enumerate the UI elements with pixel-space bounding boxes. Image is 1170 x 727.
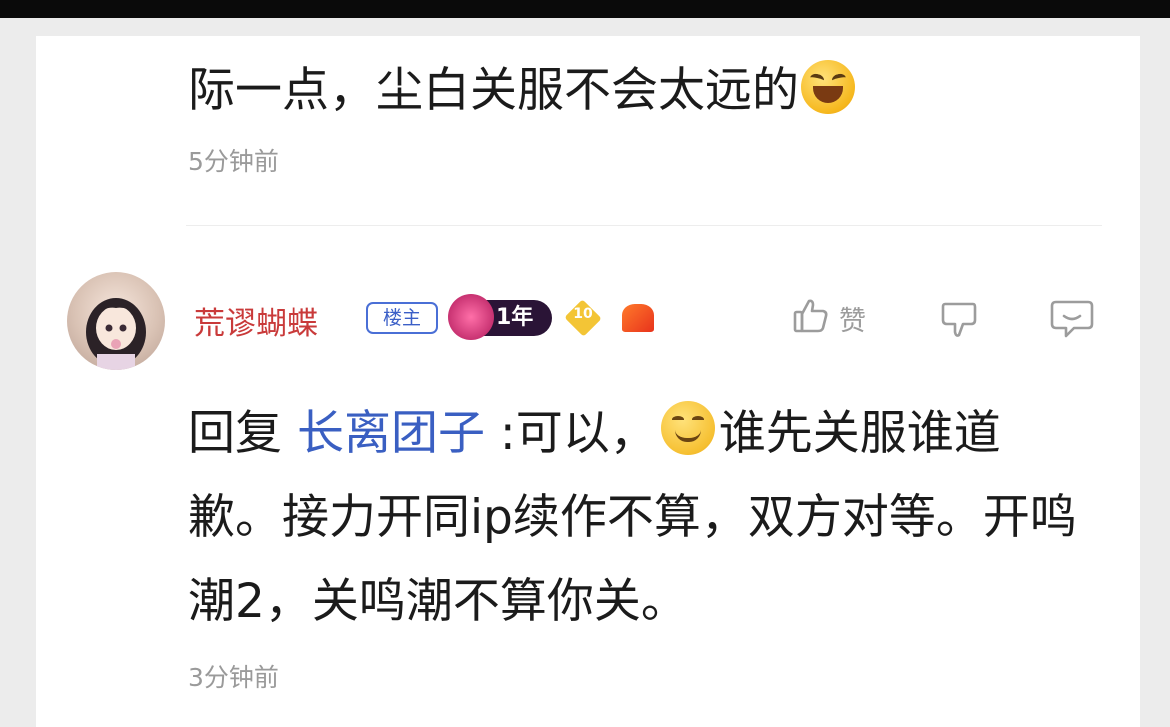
thumbs-up-icon: [791, 296, 831, 340]
comment-list: 际一点，尘白关服不会太远的 5分钟前 荒谬蝴蝶 楼主 1年 10 赞 回复 长离…: [36, 36, 1140, 727]
grinning-squint-emoji-icon: [801, 60, 855, 114]
status-bar: [0, 0, 1170, 18]
reply-button[interactable]: [1048, 296, 1096, 344]
gem-icon: [448, 294, 494, 340]
avatar[interactable]: [67, 272, 165, 370]
level-badge-label: 10: [573, 306, 593, 322]
comment-divider: [186, 225, 1102, 226]
like-button[interactable]: 赞: [791, 296, 866, 340]
membership-year-badge: 1年: [448, 294, 552, 340]
smiling-face-emoji-icon: [660, 401, 715, 455]
owner-badge: 楼主: [366, 302, 438, 334]
comment-body: 回复 长离团子 :可以， 谁先关服谁道歉。接力开同ip续作不算，双方对等。开鸣潮2…: [188, 392, 1088, 644]
comment-timestamp: 3分钟前: [188, 663, 279, 692]
like-label: 赞: [839, 305, 866, 337]
membership-year-label: 1年: [496, 305, 534, 330]
dislike-button[interactable]: [937, 296, 981, 344]
previous-comment-text: 际一点，尘白关服不会太远的: [188, 56, 855, 126]
mention-link[interactable]: 长离团子: [297, 406, 485, 461]
fire-badge-icon: [622, 304, 654, 332]
comment-bubble-icon: [1048, 300, 1096, 344]
comment-text-part-1: :可以，: [484, 406, 657, 461]
thumbs-down-icon: [937, 302, 981, 344]
previous-comment-timestamp: 5分钟前: [188, 147, 279, 176]
username[interactable]: 荒谬蝴蝶: [194, 298, 318, 343]
reply-prefix: 回复: [188, 406, 282, 461]
